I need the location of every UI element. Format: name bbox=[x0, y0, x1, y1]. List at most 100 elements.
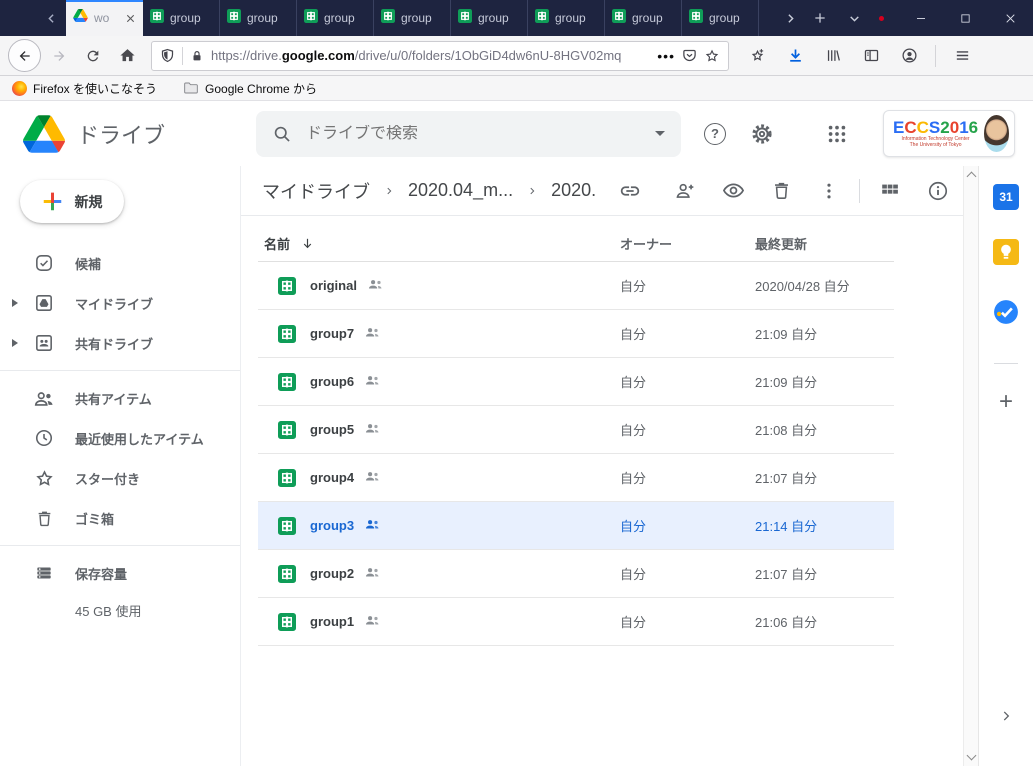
file-row[interactable]: group3 自分 21:14 自分 bbox=[258, 502, 894, 550]
tab-background-sheet[interactable]: group bbox=[451, 0, 528, 36]
sidebar-item-shared-with-me[interactable]: 共有アイテム bbox=[0, 378, 240, 418]
bookmark-folder-chrome[interactable]: Google Chrome から bbox=[183, 80, 317, 97]
file-row[interactable]: group7 自分 21:09 自分 bbox=[258, 310, 894, 358]
sidebars-button[interactable] bbox=[855, 40, 887, 72]
user-avatar[interactable] bbox=[984, 115, 1009, 152]
file-row[interactable]: group4 自分 21:07 自分 bbox=[258, 454, 894, 502]
downloads-button[interactable] bbox=[779, 40, 811, 72]
library-button[interactable] bbox=[817, 40, 849, 72]
window-close-button[interactable] bbox=[988, 0, 1033, 36]
new-tab-button[interactable] bbox=[805, 0, 835, 36]
file-row[interactable]: group2 自分 21:07 自分 bbox=[258, 550, 894, 598]
file-row[interactable]: group1 自分 21:06 自分 bbox=[258, 598, 894, 646]
keep-icon[interactable] bbox=[993, 239, 1019, 270]
breadcrumb-folder-1[interactable]: 2020.04_m... bbox=[408, 180, 513, 201]
sidebar-item-priority[interactable]: 候補 bbox=[0, 243, 240, 283]
search-options-caret-icon[interactable] bbox=[655, 131, 665, 136]
grid-view-button[interactable] bbox=[878, 179, 902, 203]
shared-people-icon bbox=[367, 278, 384, 294]
file-modified: 2020/04/28 自分 bbox=[755, 276, 894, 295]
menu-button[interactable] bbox=[946, 40, 978, 72]
help-button[interactable]: ? bbox=[702, 121, 728, 147]
bookmark-item-firefox[interactable]: Firefox を使いこなそう bbox=[12, 80, 157, 97]
back-button[interactable] bbox=[8, 39, 41, 72]
scroll-down-arrow-icon[interactable] bbox=[966, 751, 976, 761]
bookmark-star-icon[interactable] bbox=[704, 48, 720, 64]
file-name[interactable]: group1 bbox=[310, 614, 354, 629]
url-bar[interactable]: https://drive.google.com/drive/u/0/folde… bbox=[151, 41, 729, 71]
get-link-button[interactable] bbox=[618, 179, 642, 203]
storage-icon bbox=[33, 563, 55, 583]
org-logo: ECCS2016 Information Technology Center T… bbox=[893, 119, 978, 148]
tab-close-icon[interactable] bbox=[125, 13, 136, 24]
expand-arrow-icon[interactable] bbox=[12, 299, 18, 307]
file-row[interactable]: group5 自分 21:08 自分 bbox=[258, 406, 894, 454]
file-name[interactable]: group3 bbox=[310, 518, 354, 533]
column-header-name[interactable]: 名前 bbox=[258, 234, 620, 253]
search-input[interactable] bbox=[306, 125, 641, 143]
window-maximize-button[interactable] bbox=[943, 0, 988, 36]
file-name[interactable]: group4 bbox=[310, 470, 354, 485]
file-name[interactable]: original bbox=[310, 278, 357, 293]
account-org-badge[interactable]: ECCS2016 Information Technology Center T… bbox=[883, 110, 1015, 157]
file-name[interactable]: group2 bbox=[310, 566, 354, 581]
file-name[interactable]: group6 bbox=[310, 374, 354, 389]
hide-side-panel-button[interactable] bbox=[999, 709, 1013, 728]
reload-button[interactable] bbox=[77, 40, 109, 72]
sidebar-item-shared-drives[interactable]: 共有ドライブ bbox=[0, 323, 240, 363]
window-minimize-button[interactable] bbox=[898, 0, 943, 36]
details-button[interactable] bbox=[926, 179, 950, 203]
more-actions-button[interactable] bbox=[817, 179, 841, 203]
get-addons-button[interactable]: + bbox=[999, 388, 1013, 416]
drive-logo-block[interactable]: ドライブ bbox=[23, 115, 256, 153]
drive-search-box[interactable] bbox=[256, 111, 681, 157]
sidebar-item-my-drive[interactable]: マイドライブ bbox=[0, 283, 240, 323]
file-name[interactable]: group5 bbox=[310, 422, 354, 437]
forward-button[interactable] bbox=[43, 40, 75, 72]
scroll-up-arrow-icon[interactable] bbox=[966, 172, 976, 182]
new-button[interactable]: 新規 bbox=[20, 180, 124, 223]
toolbar-divider bbox=[859, 179, 860, 203]
settings-button[interactable] bbox=[749, 121, 775, 147]
sidebar-item-recent[interactable]: 最近使用したアイテム bbox=[0, 418, 240, 458]
tab-background-sheet[interactable]: group bbox=[220, 0, 297, 36]
tab-background-sheet[interactable]: group bbox=[143, 0, 220, 36]
tab-list-dropdown-button[interactable] bbox=[839, 0, 869, 36]
column-header-modified[interactable]: 最終更新 bbox=[755, 234, 894, 253]
tab-background-sheet[interactable]: group bbox=[528, 0, 605, 36]
tab-background-sheet[interactable]: group bbox=[682, 0, 759, 36]
tasks-icon[interactable] bbox=[993, 299, 1019, 330]
sidebar-item-starred[interactable]: スター付き bbox=[0, 458, 240, 498]
file-name[interactable]: group7 bbox=[310, 326, 354, 341]
file-row[interactable]: group6 自分 21:09 自分 bbox=[258, 358, 894, 406]
vertical-scrollbar[interactable] bbox=[963, 166, 978, 766]
account-button[interactable] bbox=[893, 40, 925, 72]
search-icon[interactable] bbox=[272, 124, 292, 144]
page-actions-button[interactable]: ••• bbox=[657, 48, 675, 64]
tab-background-sheet[interactable]: group bbox=[605, 0, 682, 36]
save-bookmark-button[interactable] bbox=[741, 40, 773, 72]
tab-background-sheet[interactable]: group bbox=[374, 0, 451, 36]
sidebar-item-trash[interactable]: ゴミ箱 bbox=[0, 498, 240, 538]
preview-button[interactable] bbox=[721, 179, 745, 203]
google-apps-button[interactable] bbox=[824, 121, 850, 147]
breadcrumb-folder-2[interactable]: 2020. bbox=[551, 180, 596, 201]
sort-descending-icon[interactable] bbox=[300, 236, 315, 251]
tab-background-sheet[interactable]: group bbox=[297, 0, 374, 36]
pocket-icon[interactable] bbox=[682, 48, 697, 63]
home-button[interactable] bbox=[111, 40, 143, 72]
file-row[interactable]: original 自分 2020/04/28 自分 bbox=[258, 262, 894, 310]
share-button[interactable] bbox=[673, 179, 697, 203]
expand-arrow-icon[interactable] bbox=[12, 339, 18, 347]
shared-people-icon bbox=[364, 374, 381, 390]
tab-scroll-right-button[interactable] bbox=[775, 0, 805, 36]
sidebar-item-storage[interactable]: 保存容量 bbox=[0, 553, 240, 593]
tab-active-drive[interactable]: wo bbox=[66, 0, 143, 36]
breadcrumb-chevron-icon bbox=[527, 185, 537, 197]
person-add-icon bbox=[674, 180, 696, 202]
calendar-icon[interactable]: 31 bbox=[993, 184, 1019, 210]
breadcrumb-my-drive[interactable]: マイドライブ bbox=[262, 178, 370, 204]
column-header-owner[interactable]: オーナー bbox=[620, 234, 755, 253]
tab-scroll-left-button[interactable] bbox=[36, 0, 66, 36]
delete-button[interactable] bbox=[769, 179, 793, 203]
